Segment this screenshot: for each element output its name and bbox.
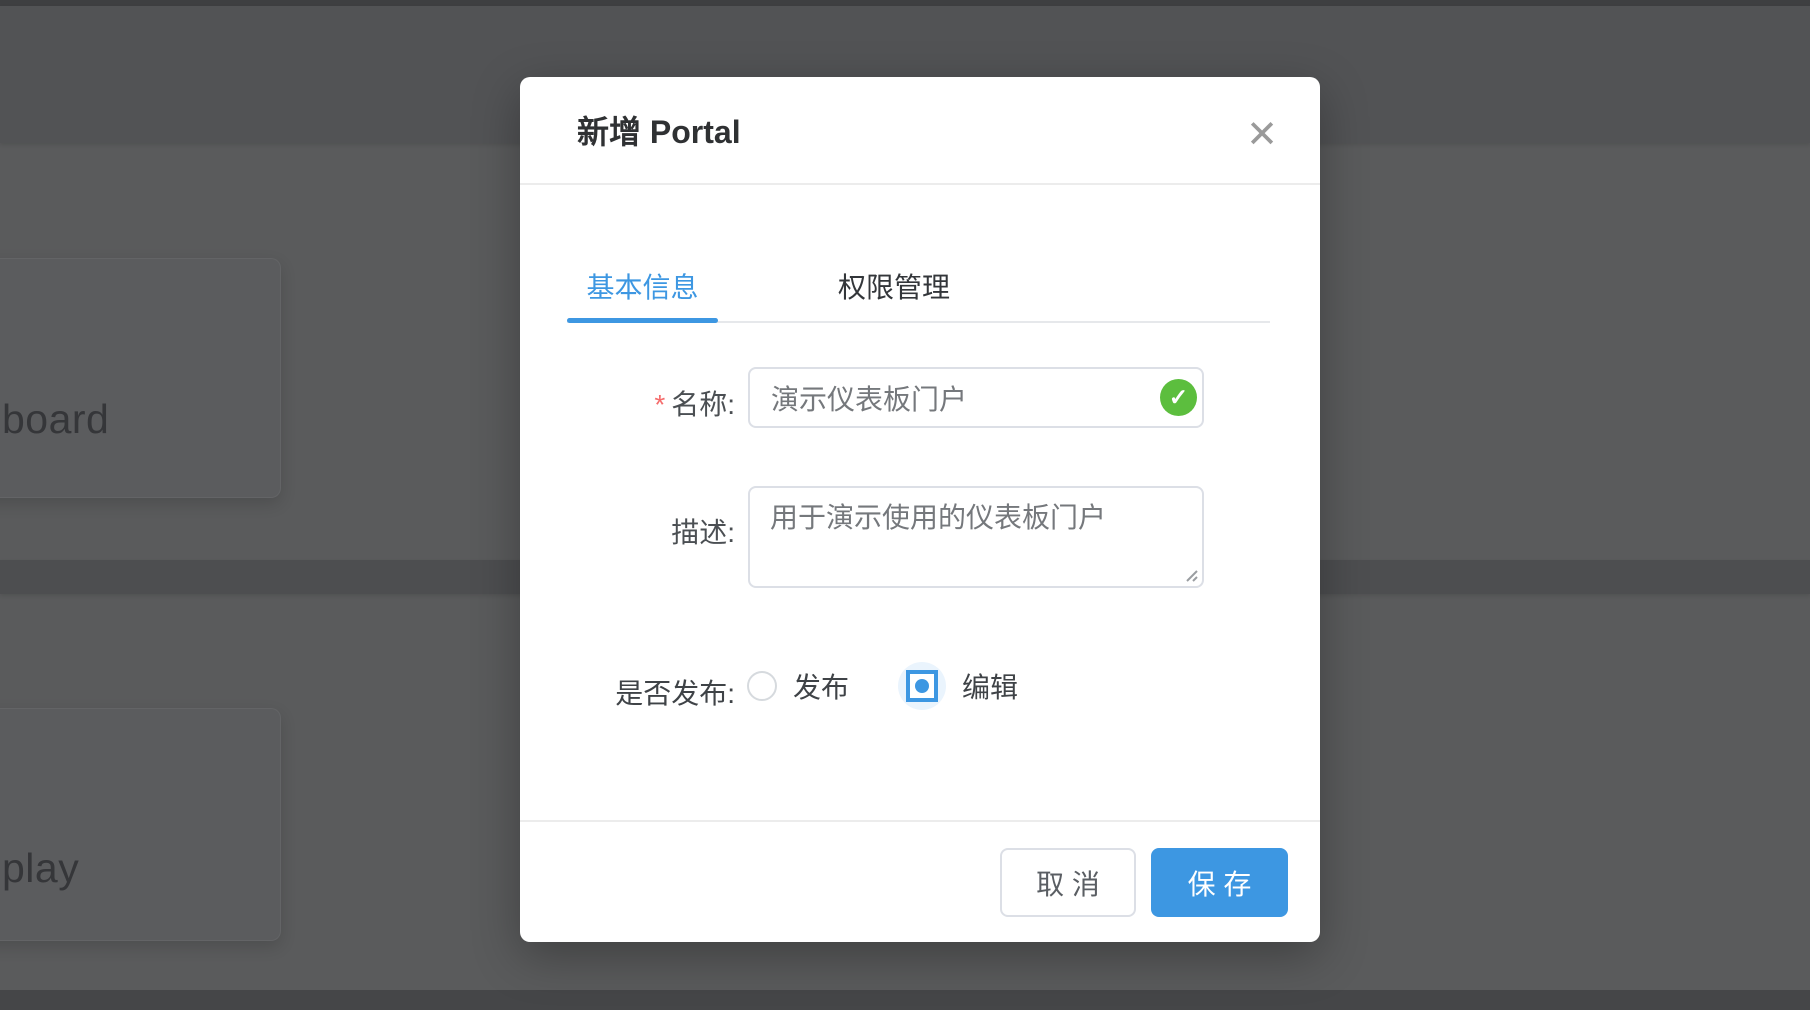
radio-dot [915, 679, 929, 693]
background-card-dashboard [0, 258, 281, 498]
add-portal-dialog: 新增 Portal ✕ 基本信息 权限管理 *名称: ✓ 描述: 用于演示使用的… [520, 77, 1320, 942]
required-asterisk: * [654, 389, 665, 420]
cancel-button[interactable]: 取 消 [1000, 848, 1136, 917]
background-bottom-strip [0, 990, 1810, 1010]
background-card-display [0, 708, 281, 941]
radio-checked-icon [906, 670, 938, 702]
desc-textarea-wrap: 用于演示使用的仪表板门户 [748, 486, 1204, 588]
save-button[interactable]: 保 存 [1151, 848, 1288, 917]
tab-basic-info[interactable]: 基本信息 [567, 257, 718, 319]
publish-field-label: 是否发布: [567, 672, 735, 712]
dialog-header: 新增 Portal ✕ [520, 77, 1320, 185]
desc-field-label: 描述: [567, 511, 735, 551]
radio-label-publish: 发布 [793, 666, 849, 706]
close-icon[interactable]: ✕ [1241, 114, 1283, 156]
radio-circle-icon [747, 671, 777, 701]
dialog-title: 新增 Portal [577, 77, 741, 185]
radio-checked-halo [898, 662, 946, 710]
background-card-display-label: play [2, 845, 79, 892]
radio-option-edit[interactable]: 编辑 [898, 662, 1018, 710]
publish-radio-group: 发布 编辑 [747, 662, 1018, 710]
radio-option-publish[interactable]: 发布 [747, 666, 849, 706]
name-input-wrap: ✓ [748, 367, 1204, 428]
active-tab-underline [567, 318, 718, 323]
tab-permission-management[interactable]: 权限管理 [819, 257, 969, 319]
radio-label-edit: 编辑 [962, 666, 1018, 706]
background-card-dashboard-label: board [2, 396, 109, 443]
name-field-label: *名称: [567, 383, 735, 423]
valid-check-icon: ✓ [1160, 379, 1197, 416]
name-input[interactable] [748, 367, 1204, 428]
desc-textarea[interactable]: 用于演示使用的仪表板门户 [748, 486, 1204, 588]
footer-divider [520, 820, 1320, 822]
